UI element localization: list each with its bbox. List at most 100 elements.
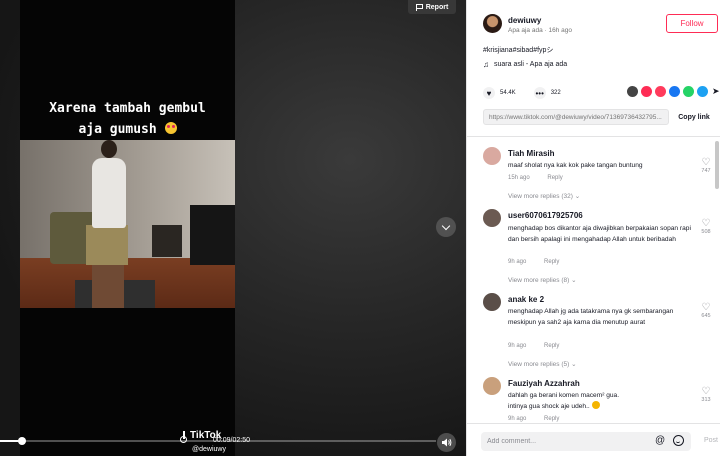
grimace-emoji-icon [591, 401, 600, 409]
post-button[interactable]: Post [704, 437, 718, 444]
comment-like-button[interactable]: ♡ 747 [699, 157, 713, 175]
reply-button[interactable]: Reply [547, 175, 562, 181]
comment-text: maaf sholat nya kak kok pake tangan bunt… [508, 162, 643, 169]
comment-like-button[interactable]: ♡ 313 [699, 386, 713, 404]
comment-text-2: intinya gua shock aje udeh.. [508, 403, 590, 410]
heart-outline-icon: ♡ [701, 302, 711, 313]
chevron-down-icon [441, 221, 451, 230]
comment-text: menghadap bos dikantor aja diwajibkan be… [508, 225, 691, 243]
view-more-label: View more replies (5) [508, 361, 570, 368]
view-more-label: View more replies (32) [508, 193, 573, 200]
like-button[interactable]: ♥ [483, 87, 495, 99]
chevron-down-icon: ⌄ [574, 193, 581, 200]
view-more-replies[interactable]: View more replies (32) ⌄ [508, 192, 580, 200]
comment-time: 9h ago [508, 343, 527, 349]
facebook-icon[interactable] [669, 86, 680, 97]
comment-time: 9h ago [508, 416, 527, 422]
author-avatar[interactable] [483, 14, 502, 33]
music-title: suara asli - Apa aja ada [494, 61, 568, 68]
progress-handle[interactable] [17, 437, 26, 445]
flag-icon [415, 3, 423, 11]
comment-meta: 9h ago Reply [508, 416, 575, 422]
reply-button[interactable]: Reply [544, 343, 559, 349]
caption-line-1: Xarena tambah gembul [49, 101, 206, 116]
view-more-replies[interactable]: View more replies (5) ⌄ [508, 360, 577, 368]
commenter-avatar[interactable] [483, 377, 501, 395]
scene-person-legs [92, 264, 124, 308]
chevron-down-icon: ⌄ [571, 361, 577, 368]
comment-button[interactable]: ••• [533, 87, 546, 99]
comment-like-count: 508 [701, 229, 711, 235]
comment-like-count: 313 [701, 397, 711, 403]
reply-button[interactable]: Reply [544, 259, 559, 265]
comment-text: dahlah ga berani komen macem² gua. [508, 392, 620, 399]
embed-icon[interactable] [627, 86, 638, 97]
comment-list[interactable]: Tiah Mirasih maaf sholat nya kak kok pak… [467, 137, 720, 423]
comment-like-button[interactable]: ♡ 508 [699, 218, 713, 236]
post-hashtags[interactable]: #krisjiana#sibad#fypシ [483, 45, 553, 55]
report-button[interactable]: Report [408, 0, 456, 14]
heart-outline-icon: ♡ [701, 386, 711, 397]
send-to-friends-icon[interactable] [641, 86, 652, 97]
scene-person-head [101, 140, 117, 158]
heart-outline-icon: ♡ [701, 218, 711, 229]
comment-text: menghadap Allah jg ada tatakrama nya gk … [508, 308, 674, 326]
author-meta: Apa aja ada · 16h ago [508, 27, 572, 34]
commenter-name[interactable]: Fauziyah Azzahrah [508, 379, 580, 388]
comment-time: 15h ago [508, 175, 530, 181]
mention-icon[interactable]: @ [655, 436, 665, 446]
video-link-field[interactable]: https://www.tiktok.com/@dewiuwy/video/71… [483, 109, 669, 125]
commenter-avatar[interactable] [483, 147, 501, 165]
commenter-avatar[interactable] [483, 209, 501, 227]
comment-text-line-2: intinya gua shock aje udeh.. [508, 401, 693, 412]
share-more-icon[interactable]: ➤ [712, 86, 720, 97]
follow-button[interactable]: Follow [666, 14, 718, 33]
comment-like-count: 747 [701, 168, 711, 174]
scene-cabinet [152, 225, 182, 257]
scene-tv [190, 205, 235, 265]
report-label: Report [425, 3, 449, 11]
heart-icon: ♥ [486, 88, 492, 98]
whatsapp-icon[interactable] [683, 86, 694, 97]
twitter-icon[interactable] [697, 86, 708, 97]
caption-line-2: aja gumush [78, 122, 157, 137]
comment-time: 9h ago [508, 259, 527, 265]
engagement-bar: ♥ 54.4K ••• 322 [483, 86, 579, 100]
volume-button[interactable] [437, 433, 456, 452]
comment-meta: 9h ago Reply [508, 259, 575, 265]
commenter-name[interactable]: user6070617925706 [508, 211, 583, 220]
share-red-icon[interactable] [655, 86, 666, 97]
comment-scrollbar[interactable] [715, 141, 719, 189]
chevron-down-icon: ⌄ [571, 277, 577, 284]
comment-icon: ••• [535, 88, 544, 98]
watermark-username: @dewiuwy [192, 446, 226, 453]
scene-person-shirt [92, 158, 126, 228]
video-player[interactable]: Xarena tambah gembul aja gumush Report T… [0, 0, 466, 456]
speaker-icon [441, 438, 451, 447]
heart-outline-icon: ♡ [701, 157, 711, 168]
heart-eyes-emoji-icon [164, 122, 177, 134]
video-caption: Xarena tambah gembul aja gumush [20, 98, 235, 140]
video-scene [20, 140, 235, 308]
comment-like-button[interactable]: ♡ 645 [699, 302, 713, 320]
comment-meta: 15h ago Reply [508, 175, 579, 181]
music-note-icon: ♫ [483, 60, 489, 69]
author-username[interactable]: dewiuwy [508, 16, 541, 25]
comment-count: 322 [550, 90, 561, 96]
reply-button[interactable]: Reply [544, 416, 559, 422]
share-row: ➤ [627, 86, 720, 97]
tiktok-logo-icon [180, 430, 188, 443]
commenter-avatar[interactable] [483, 293, 501, 311]
video-time: 00:09/02:50 [213, 437, 250, 444]
view-more-replies[interactable]: View more replies (8) ⌄ [508, 276, 577, 284]
music-link[interactable]: ♫ suara asli - Apa aja ada [483, 60, 567, 69]
details-panel: dewiuwy Apa aja ada · 16h ago Follow #kr… [466, 0, 720, 456]
commenter-name[interactable]: anak ke 2 [508, 295, 544, 304]
caption-line-2-row: aja gumush [20, 119, 235, 140]
comment-like-count: 645 [701, 313, 711, 319]
view-more-label: View more replies (8) [508, 277, 570, 284]
next-video-button[interactable] [436, 217, 456, 237]
copy-link-button[interactable]: Copy link [670, 109, 718, 125]
emoji-picker-icon[interactable] [673, 435, 684, 446]
commenter-name[interactable]: Tiah Mirasih [508, 149, 555, 158]
